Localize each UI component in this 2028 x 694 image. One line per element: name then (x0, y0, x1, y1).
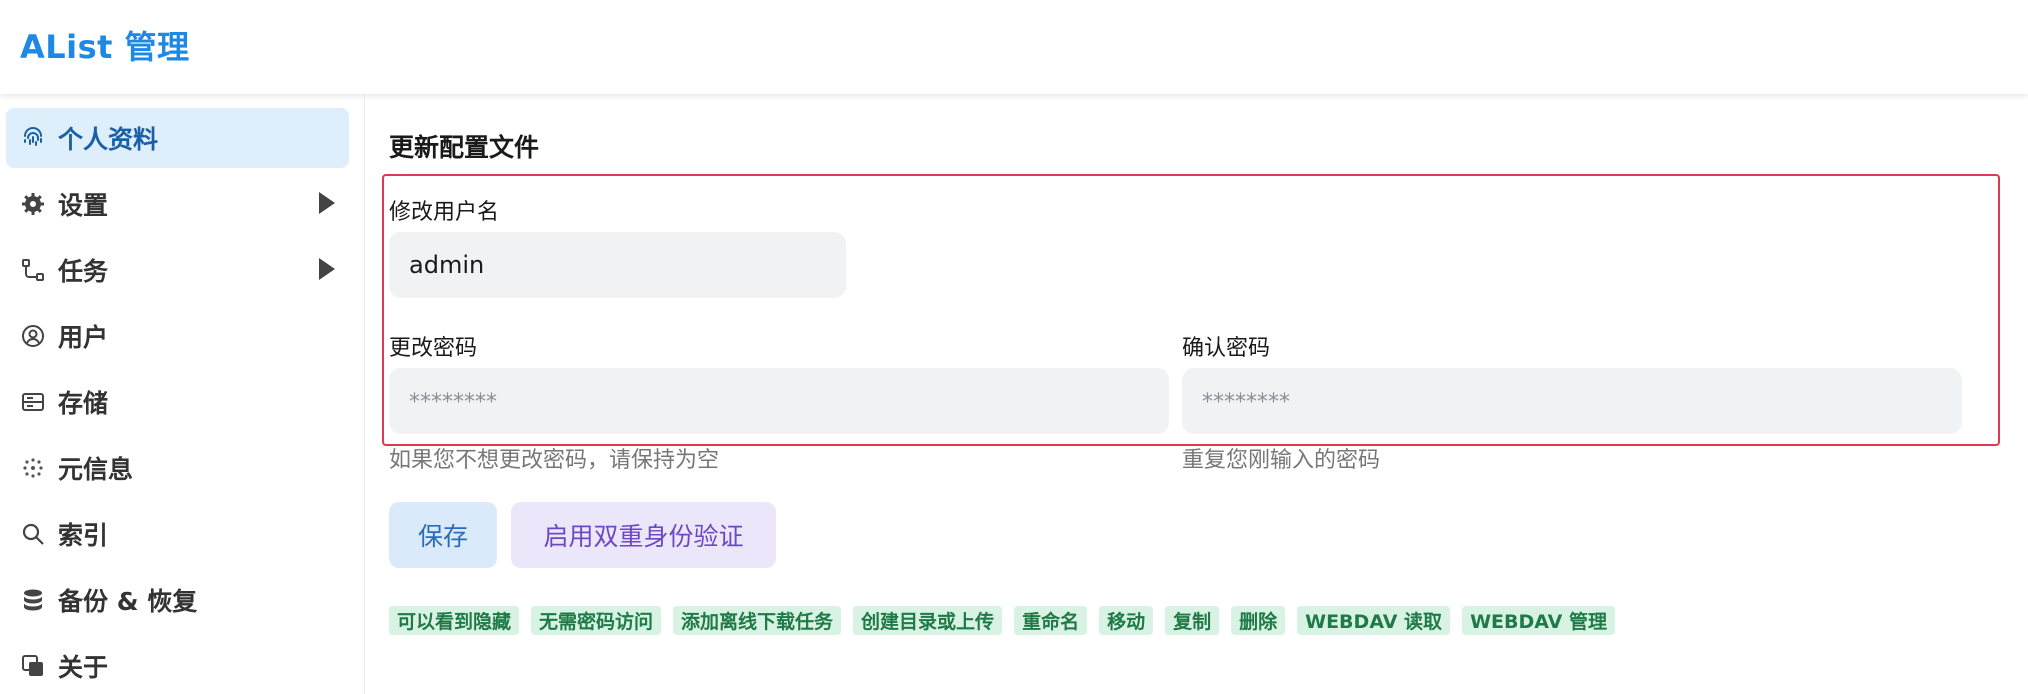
permission-badge: 重命名 (1014, 606, 1088, 635)
confirm-password-label: 确认密码 (1182, 336, 1271, 361)
sidebar-item-tasks[interactable]: 任务 (6, 240, 349, 300)
permission-badge: 可以看到隐藏 (389, 606, 520, 635)
top-header: AList 管理 (0, 0, 2028, 94)
sidebar-item-label: 任务 (58, 257, 109, 286)
permission-badge: 无需密码访问 (531, 606, 662, 635)
confirm-password-help-text: 重复您刚输入的密码 (1182, 448, 1381, 473)
workflow-icon (20, 257, 46, 283)
sidebar-item-label: 用户 (58, 323, 109, 352)
page-title: 更新配置文件 (389, 133, 540, 162)
sidebar-item-label: 元信息 (58, 455, 134, 484)
sidebar-item-storage[interactable]: 存储 (6, 372, 349, 432)
sidebar-item-label: 备份 & 恢复 (58, 587, 198, 616)
sidebar-item-users[interactable]: 用户 (6, 306, 349, 366)
permission-badge: WEBDAV 读取 (1297, 606, 1451, 635)
sidebar-item-label: 索引 (58, 521, 109, 550)
permission-badges: 可以看到隐藏 无需密码访问 添加离线下载任务 创建目录或上传 重命名 移动 复制… (389, 606, 1615, 635)
search-icon (20, 521, 46, 547)
expand-arrow-icon[interactable] (319, 192, 335, 214)
password-label: 更改密码 (389, 336, 478, 361)
save-button[interactable]: 保存 (389, 502, 497, 568)
sidebar-item-label: 个人资料 (58, 125, 159, 154)
sidebar-item-metadata[interactable]: 元信息 (6, 438, 349, 498)
sidebar-item-settings[interactable]: 设置 (6, 174, 349, 234)
permission-badge: 复制 (1165, 606, 1220, 635)
enable-2fa-button[interactable]: 启用双重身份验证 (511, 502, 776, 568)
sidebar-item-about[interactable]: 关于 (6, 636, 349, 694)
password-help-text: 如果您不想更改密码，请保持为空 (389, 448, 720, 473)
permission-badge: 添加离线下载任务 (673, 606, 842, 635)
main-content: 更新配置文件 修改用户名 更改密码 如果您不想更改密码，请保持为空 确认密码 重… (366, 94, 2028, 694)
sidebar-item-profile[interactable]: 个人资料 (6, 108, 349, 168)
sidebar-item-backup-restore[interactable]: 备份 & 恢复 (6, 570, 349, 630)
expand-arrow-icon[interactable] (319, 258, 335, 280)
permission-badge: 删除 (1231, 606, 1286, 635)
sidebar-item-label: 设置 (58, 191, 109, 220)
fingerprint-icon (20, 125, 46, 151)
sidebar-item-label: 关于 (58, 653, 109, 682)
database-icon (20, 587, 46, 613)
gear-icon (20, 191, 46, 217)
permission-badge: 移动 (1099, 606, 1154, 635)
copy-icon (20, 653, 46, 679)
storage-icon (20, 389, 46, 415)
permission-badge: 创建目录或上传 (853, 606, 1003, 635)
username-label: 修改用户名 (389, 200, 500, 225)
sidebar-item-label: 存储 (58, 389, 109, 418)
user-circle-icon (20, 323, 46, 349)
sidebar-item-index[interactable]: 索引 (6, 504, 349, 564)
sidebar: 个人资料 设置 任务 用户 存储 元信息 索引 备份 & 恢复 关于 (0, 94, 365, 694)
username-input[interactable] (389, 232, 846, 298)
permission-badge: WEBDAV 管理 (1462, 606, 1615, 635)
app-title[interactable]: AList 管理 (20, 22, 190, 68)
password-input[interactable] (389, 368, 1169, 434)
metadata-icon (20, 455, 46, 481)
confirm-password-input[interactable] (1182, 368, 1962, 434)
